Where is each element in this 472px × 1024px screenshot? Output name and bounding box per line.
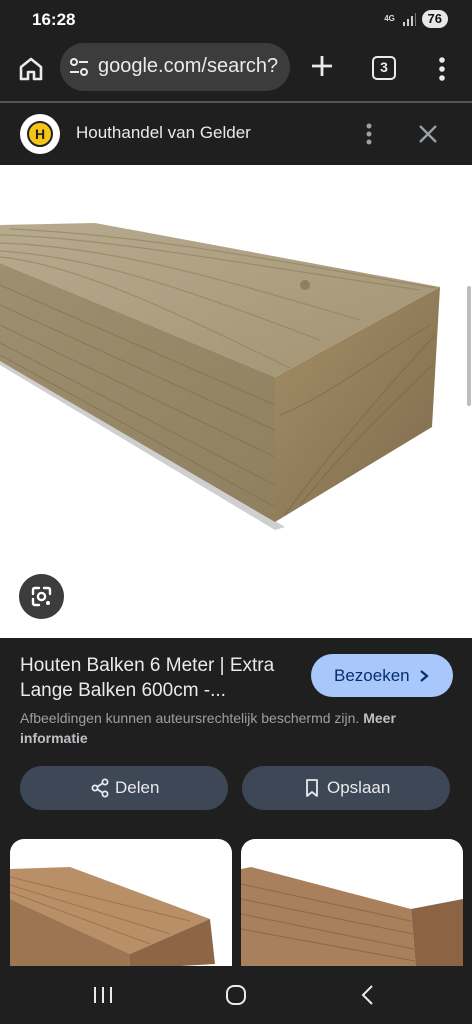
save-label: Opslaan xyxy=(327,778,391,797)
scrollbar[interactable] xyxy=(467,286,471,406)
back-icon[interactable] xyxy=(360,984,376,1006)
plus-icon[interactable] xyxy=(308,52,336,80)
share-icon xyxy=(91,778,109,798)
chevron-right-icon xyxy=(420,670,429,682)
visit-button[interactable]: Bezoeken xyxy=(311,654,453,697)
close-icon[interactable] xyxy=(416,122,440,146)
lens-icon xyxy=(31,586,52,607)
recent-apps-icon[interactable] xyxy=(92,986,114,1004)
bookmark-icon xyxy=(306,779,318,797)
copyright-disclaimer: Afbeeldingen kunnen auteursrechtelijk be… xyxy=(20,708,430,748)
battery-indicator: 76 xyxy=(421,10,448,28)
status-icons: 4G 76 xyxy=(384,10,448,28)
system-nav-bar xyxy=(0,966,472,1024)
status-bar: 16:28 4G 76 xyxy=(0,0,472,40)
share-button[interactable]: Delen xyxy=(20,766,228,810)
url-text[interactable]: google.com/search? xyxy=(98,55,278,78)
related-image-thumbnail[interactable] xyxy=(241,839,463,969)
source-name[interactable]: Houthandel van Gelder xyxy=(76,123,251,143)
signal-icon xyxy=(402,13,416,26)
visit-button-label: Bezoeken xyxy=(334,666,410,685)
more-vert-icon[interactable] xyxy=(432,54,452,84)
lens-button[interactable] xyxy=(19,574,64,619)
disclaimer-text: Afbeeldingen kunnen auteursrechtelijk be… xyxy=(20,710,360,726)
status-time: 16:28 xyxy=(32,10,76,29)
home-circle-icon[interactable] xyxy=(225,984,247,1006)
tabs-button[interactable]: 3 xyxy=(372,56,396,80)
wood-beam-thumbnail xyxy=(241,867,463,969)
wood-beam-image xyxy=(0,223,440,530)
network-type: 4G xyxy=(384,14,395,23)
save-button[interactable]: Opslaan xyxy=(242,766,450,810)
source-favicon: H xyxy=(20,114,60,154)
browser-toolbar: google.com/search? 3 xyxy=(0,40,472,102)
home-icon[interactable] xyxy=(16,54,46,84)
share-label: Delen xyxy=(115,778,160,797)
favicon-letter: H xyxy=(27,121,53,147)
more-vert-icon[interactable] xyxy=(360,121,378,147)
result-title[interactable]: Houten Balken 6 Meter | Extra Lange Balk… xyxy=(20,653,300,703)
main-image[interactable] xyxy=(0,165,472,638)
url-bar[interactable]: google.com/search? xyxy=(60,43,290,91)
tune-icon[interactable] xyxy=(68,56,90,78)
wood-beam-thumbnail xyxy=(10,867,215,969)
related-image-thumbnail[interactable] xyxy=(10,839,232,969)
result-info-panel: Houten Balken 6 Meter | Extra Lange Balk… xyxy=(0,638,472,969)
source-header: H Houthandel van Gelder xyxy=(0,103,472,165)
